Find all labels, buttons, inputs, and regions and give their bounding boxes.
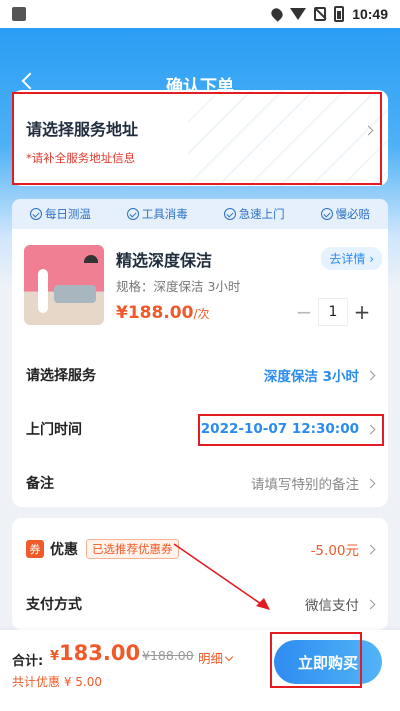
remark-input[interactable]: 请填写特别的备注: [251, 473, 376, 493]
price-unit: /次: [193, 307, 210, 321]
time-label: 上门时间: [26, 422, 82, 438]
product-image: [24, 245, 104, 325]
service-value-text: 深度保洁 3小时: [263, 369, 359, 385]
chevron-right-icon: [365, 424, 376, 434]
feature-label: 慢必赔: [335, 207, 371, 221]
price-detail-link[interactable]: 明细: [198, 648, 234, 667]
chevron-right-icon: ›: [369, 252, 374, 266]
coupon-tag: 已选推荐优惠券: [86, 539, 179, 559]
original-price: ¥188.00: [142, 648, 194, 663]
price-value: ¥188.00: [116, 303, 194, 323]
status-bar: 10:49: [0, 0, 400, 28]
feature-item: 急速上门: [223, 206, 285, 222]
feature-label: 急速上门: [238, 207, 285, 221]
quantity-value[interactable]: 1: [318, 298, 348, 326]
notification-icon: [12, 7, 26, 21]
remark-placeholder: 请填写特别的备注: [251, 477, 359, 493]
service-label: 请选择服务: [26, 368, 96, 384]
person-shape: [38, 269, 48, 313]
coupon-label: 优惠: [50, 542, 78, 558]
status-icons: 10:49: [269, 6, 388, 22]
detail-link-label: 明细: [198, 651, 224, 666]
battery-icon: [334, 6, 345, 22]
detail-label: 去详情: [329, 252, 366, 266]
payment-row[interactable]: 支付方式 微信支付: [12, 578, 388, 630]
time-value-text: 2022-10-07 12:30:00: [200, 421, 359, 437]
buy-now-button[interactable]: 立即购买: [274, 640, 382, 684]
service-value: 深度保洁 3小时: [263, 365, 376, 385]
service-row[interactable]: 请选择服务 深度保洁 3小时: [12, 349, 388, 401]
remark-row[interactable]: 备注 请填写特别的备注: [12, 457, 388, 509]
time-value: 2022-10-07 12:30:00: [200, 421, 376, 437]
sofa-shape: [54, 285, 96, 303]
no-sim-icon: [314, 7, 327, 21]
feature-strip: 每日测温 工具消毒 急速上门 慢必赔: [12, 199, 388, 229]
payment-value: 微信支付: [305, 594, 376, 614]
check-circle-icon: [320, 208, 333, 220]
time-row[interactable]: 上门时间 2022-10-07 12:30:00: [12, 403, 388, 455]
chevron-right-icon: [365, 370, 376, 380]
chevron-down-icon: [224, 652, 234, 662]
check-circle-icon: [223, 208, 236, 220]
product-spec: 规格：深度保洁 3小时: [116, 279, 241, 294]
currency-symbol: ¥: [50, 649, 60, 664]
product-price: ¥188.00/次: [116, 303, 209, 323]
feature-item: 每日测温: [29, 206, 91, 222]
total-label: 合计:: [12, 654, 44, 669]
coupon-amount-text: -5.00元: [310, 543, 359, 559]
address-title: 请选择服务地址: [26, 120, 139, 139]
plus-button[interactable]: +: [348, 298, 376, 326]
payment-value-text: 微信支付: [305, 598, 359, 614]
check-circle-icon: [126, 208, 139, 220]
saved-amount: 共计优惠 ¥ 5.00: [12, 675, 102, 689]
location-icon: [269, 6, 285, 22]
feature-label: 工具消毒: [141, 207, 188, 221]
map-background: [188, 90, 388, 186]
minus-button[interactable]: −: [290, 298, 318, 326]
coupon-amount: -5.00元: [310, 539, 376, 559]
feature-item: 慢必赔: [320, 206, 371, 222]
feature-label: 每日测温: [44, 207, 91, 221]
total-value: 183.00: [59, 641, 141, 665]
remark-label: 备注: [26, 476, 54, 492]
coupon-row[interactable]: 券 优惠 已选推荐优惠券 -5.00元: [12, 523, 388, 575]
chevron-right-icon: [365, 599, 376, 609]
check-circle-icon: [29, 208, 42, 220]
product-detail-button[interactable]: 去详情 ›: [321, 247, 382, 270]
chevron-right-icon: [365, 544, 376, 554]
quantity-stepper: − 1 +: [290, 298, 376, 326]
order-card: 精选深度保洁 去详情 › 规格：深度保洁 3小时 ¥188.00/次 − 1 +…: [12, 229, 388, 507]
coupon-payment-card: 券 优惠 已选推荐优惠券 -5.00元 支付方式 微信支付: [12, 518, 388, 630]
status-time: 10:49: [352, 6, 388, 22]
payment-label: 支付方式: [26, 597, 82, 613]
address-hint: *请补全服务地址信息: [26, 151, 136, 165]
address-card[interactable]: 请选择服务地址 *请补全服务地址信息: [12, 90, 388, 186]
total-price: ¥183.00: [50, 641, 140, 665]
chevron-right-icon: [365, 478, 376, 488]
lamp-shape: [84, 255, 98, 263]
feature-item: 工具消毒: [126, 206, 188, 222]
product-name: 精选深度保洁: [116, 251, 213, 270]
coupon-icon: 券: [26, 540, 44, 558]
bottom-bar: 合计: ¥183.00 ¥188.00 明细 共计优惠 ¥ 5.00 立即购买: [0, 630, 400, 711]
wifi-icon: [290, 8, 307, 20]
